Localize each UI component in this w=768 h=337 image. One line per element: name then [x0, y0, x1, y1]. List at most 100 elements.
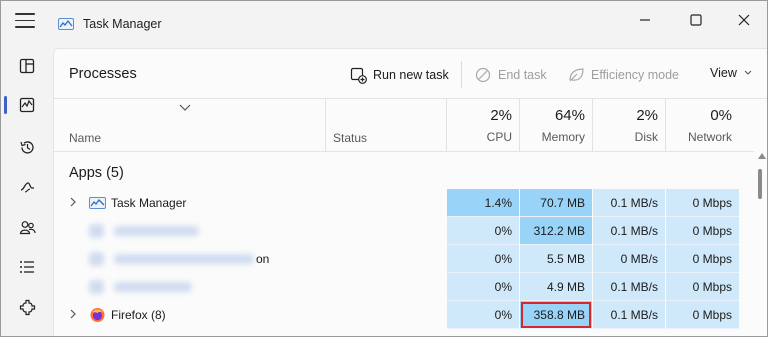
- cpu-label: CPU: [486, 130, 512, 144]
- startup-apps-icon: [20, 181, 34, 193]
- active-indicator: [4, 96, 7, 114]
- minimize-button[interactable]: [636, 11, 654, 29]
- process-name: Firefox (8): [111, 308, 166, 322]
- run-new-task-icon: [349, 66, 367, 84]
- services-icon: [19, 299, 35, 315]
- nav-startup-apps[interactable]: [15, 175, 39, 199]
- cpu-cell: 0%: [447, 245, 519, 273]
- column-header-status[interactable]: Status: [333, 131, 367, 145]
- header-divider: [54, 151, 754, 152]
- maximize-icon: [690, 14, 702, 26]
- maximize-button[interactable]: [687, 11, 705, 29]
- disk-cell: 0.1 MB/s: [593, 301, 665, 329]
- processes-pane: Processes Run new task End task Efficien…: [53, 48, 767, 336]
- disk-label: Disk: [634, 130, 658, 144]
- process-name: on: [256, 252, 270, 266]
- column-header-cpu[interactable]: 2% CPU: [447, 107, 512, 144]
- page-title: Processes: [69, 66, 137, 82]
- redacted-process-name: [114, 282, 192, 292]
- chevron-right-icon[interactable]: [70, 309, 77, 319]
- group-title-apps: Apps (5): [69, 165, 124, 181]
- nav-services[interactable]: [15, 295, 39, 319]
- task-manager-app-icon: [58, 18, 74, 30]
- run-new-task-button[interactable]: Run new task: [349, 66, 449, 84]
- redacted-process-icon: [89, 252, 104, 266]
- network-cell: 0 Mbps: [666, 273, 739, 301]
- disk-total-percent: 2%: [636, 107, 658, 124]
- cpu-cell: 0%: [447, 301, 519, 329]
- network-cell: 0 Mbps: [666, 301, 739, 329]
- process-name: Task Manager: [111, 196, 187, 210]
- cpu-cell: 1.4%: [447, 189, 519, 217]
- sort-chevron-down-icon[interactable]: [179, 104, 191, 112]
- network-label: Network: [687, 130, 732, 144]
- view-dropdown[interactable]: View: [710, 66, 752, 80]
- redacted-process-name: [114, 254, 254, 264]
- nav-details[interactable]: [15, 255, 39, 279]
- redacted-process-name: [114, 226, 199, 236]
- chevron-down-icon: [744, 70, 752, 75]
- toolbar-separator: [461, 61, 462, 88]
- nav-processes[interactable]: [15, 54, 39, 78]
- redacted-process-icon: [89, 224, 104, 238]
- efficiency-leaf-icon: [567, 66, 585, 84]
- close-button[interactable]: [735, 11, 753, 29]
- process-row[interactable]: Task Manager 1.4% 70.7 MB 0.1 MB/s 0 Mbp…: [54, 189, 754, 217]
- processes-icon: [19, 58, 35, 74]
- redacted-process-icon: [89, 280, 104, 294]
- run-new-task-label: Run new task: [373, 68, 449, 82]
- efficiency-mode-button[interactable]: Efficiency mode: [567, 66, 679, 84]
- nav-users[interactable]: [15, 215, 39, 239]
- memory-cell: 4.9 MB: [520, 273, 592, 301]
- close-icon: [738, 14, 750, 26]
- column-header-name[interactable]: Name: [69, 131, 101, 145]
- network-cell: 0 Mbps: [666, 217, 739, 245]
- minimize-icon: [640, 19, 650, 21]
- firefox-icon: [90, 308, 105, 322]
- title-bar: Task Manager: [1, 1, 767, 39]
- column-header-memory[interactable]: 64% Memory: [520, 107, 585, 144]
- chevron-right-icon[interactable]: [70, 197, 77, 207]
- toolbar-divider: [54, 98, 767, 99]
- disk-cell: 0.1 MB/s: [593, 217, 665, 245]
- disk-cell: 0 MB/s: [593, 245, 665, 273]
- memory-cell-highlighted: 358.8 MB: [520, 301, 592, 329]
- scroll-up-arrow-icon[interactable]: [758, 153, 766, 159]
- end-task-label: End task: [498, 68, 547, 82]
- view-label: View: [710, 66, 737, 80]
- column-header-network[interactable]: 0% Network: [666, 107, 732, 144]
- task-manager-process-icon: [89, 197, 106, 209]
- column-header-disk[interactable]: 2% Disk: [593, 107, 658, 144]
- process-row[interactable]: Firefox (8) 0% 358.8 MB 0.1 MB/s 0 Mbps: [54, 301, 754, 329]
- column-separator: [325, 99, 326, 151]
- navigation-rail: [1, 39, 53, 336]
- memory-cell: 5.5 MB: [520, 245, 592, 273]
- scrollbar-thumb[interactable]: [758, 169, 762, 199]
- nav-performance[interactable]: [15, 93, 39, 117]
- process-row[interactable]: 0% 312.2 MB 0.1 MB/s 0 Mbps: [54, 217, 754, 245]
- memory-cell: 70.7 MB: [520, 189, 592, 217]
- app-history-icon: [19, 140, 34, 154]
- details-icon: [20, 261, 34, 273]
- disk-cell: 0.1 MB/s: [593, 273, 665, 301]
- network-total-percent: 0%: [710, 107, 732, 124]
- cpu-cell: 0%: [447, 273, 519, 301]
- efficiency-mode-label: Efficiency mode: [591, 68, 680, 82]
- process-row[interactable]: 0% 4.9 MB 0.1 MB/s 0 Mbps: [54, 273, 754, 301]
- hamburger-menu-icon[interactable]: [15, 13, 35, 29]
- users-icon: [19, 220, 36, 234]
- performance-icon: [19, 97, 35, 113]
- disk-cell: 0.1 MB/s: [593, 189, 665, 217]
- memory-cell: 312.2 MB: [520, 217, 592, 245]
- end-task-button[interactable]: End task: [474, 66, 547, 84]
- end-task-icon: [474, 66, 492, 84]
- network-cell: 0 Mbps: [666, 189, 739, 217]
- memory-total-percent: 64%: [554, 107, 585, 124]
- window-title: Task Manager: [83, 17, 162, 31]
- network-cell: 0 Mbps: [666, 245, 739, 273]
- process-row[interactable]: on 0% 5.5 MB 0 MB/s 0 Mbps: [54, 245, 754, 273]
- memory-label: Memory: [541, 130, 585, 144]
- nav-app-history[interactable]: [15, 135, 39, 159]
- cpu-cell: 0%: [447, 217, 519, 245]
- cpu-total-percent: 2%: [490, 107, 512, 124]
